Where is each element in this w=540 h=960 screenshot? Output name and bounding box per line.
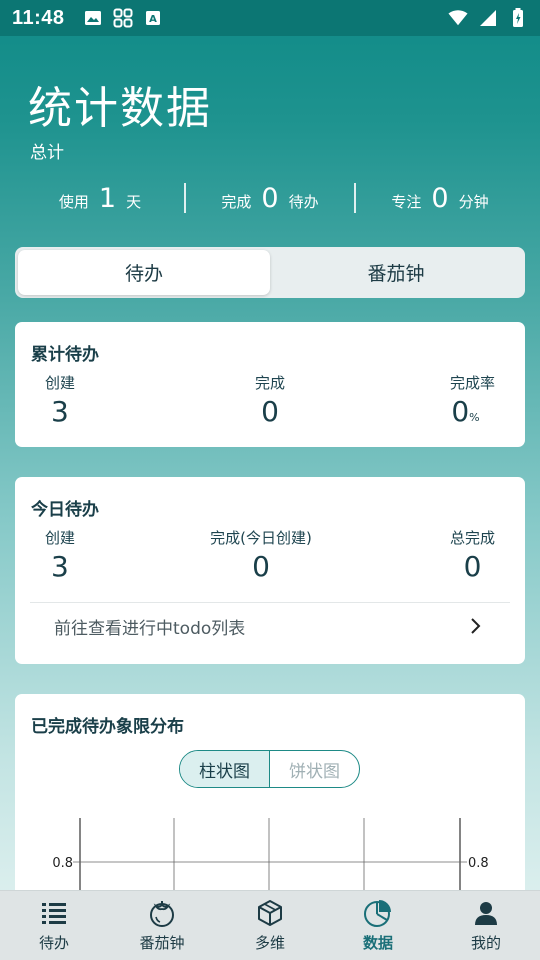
nav-item-data[interactable]: 数据	[324, 891, 432, 960]
summary-completed-suffix: 待办	[288, 192, 319, 211]
person-icon	[471, 898, 501, 928]
nav-item-multidimension[interactable]: 多维	[216, 891, 324, 960]
stat-value: 0%	[451, 395, 479, 428]
summary-completed-prefix: 完成	[221, 192, 252, 211]
stat-label: 完成	[254, 374, 285, 392]
status-time: 11:48	[12, 6, 65, 29]
keyboard-a-icon: A	[143, 9, 163, 27]
link-text: 前往查看进行中todo列表	[54, 619, 246, 639]
tab-switch: 待办 番茄钟	[15, 247, 525, 298]
stat-value-unit: %	[469, 411, 480, 424]
nav-item-pomodoro[interactable]: 番茄钟	[108, 891, 216, 960]
nav-item-profile[interactable]: 我的	[432, 891, 540, 960]
tab-todo[interactable]: 待办	[18, 250, 270, 295]
wifi-icon	[448, 9, 468, 27]
cube-icon	[255, 898, 285, 928]
stat-completed: 完成 0	[246, 372, 294, 428]
stat-value: 3	[51, 550, 69, 583]
image-icon	[83, 9, 103, 27]
chart-type-toggle: 柱状图 饼状图	[179, 750, 360, 788]
summary-completed-value: 0	[261, 182, 279, 214]
card-title: 已完成待办象限分布	[31, 717, 184, 737]
summary-focus-prefix: 专注	[391, 192, 422, 211]
nav-label: 番茄钟	[139, 934, 185, 952]
view-in-progress-todo-link[interactable]: 前往查看进行中todo列表	[30, 602, 510, 650]
today-todo-card: 今日待办 创建 3 完成(今日创建) 0 总完成 0 前往查看进行中todo列表	[15, 477, 525, 664]
card-title: 今日待办	[31, 500, 99, 520]
stat-completed-today-created: 完成(今日创建) 0	[201, 527, 321, 583]
summary-days-prefix: 使用	[58, 192, 89, 211]
stat-value: 3	[51, 395, 69, 428]
nav-label: 多维	[254, 934, 285, 952]
y-tick-label-left: 0.8	[52, 856, 73, 871]
summary-days-value: 1	[98, 182, 117, 214]
status-icons-right	[448, 8, 528, 27]
nav-label: 数据	[362, 934, 393, 952]
status-bar: 11:48 A	[0, 0, 540, 36]
list-icon	[39, 898, 69, 928]
tab-pomodoro[interactable]: 番茄钟	[270, 250, 522, 295]
pie-chart-icon	[363, 898, 393, 928]
stat-total-completed: 总完成 0	[450, 527, 495, 583]
page-title: 统计数据	[28, 83, 212, 134]
stat-created-today: 创建 3	[45, 527, 75, 583]
stat-label: 完成(今日创建)	[210, 529, 312, 547]
summary-days: 使用 1 天	[16, 183, 184, 214]
nav-label: 我的	[470, 934, 501, 952]
grid-icon	[113, 8, 133, 28]
stat-label: 创建	[45, 374, 76, 392]
stat-completion-rate: 完成率 0%	[450, 372, 495, 428]
y-tick-label-right: 0.8	[468, 856, 489, 871]
summary-days-suffix: 天	[126, 192, 142, 211]
pie-chart-toggle[interactable]: 饼状图	[270, 751, 359, 787]
page-subtitle: 总计	[30, 143, 64, 163]
summary-focus-value: 0	[431, 182, 449, 214]
nav-label: 待办	[38, 934, 69, 952]
stat-value-number: 0	[451, 395, 470, 428]
summary-focus-suffix: 分钟	[458, 192, 489, 211]
bar-chart-toggle[interactable]: 柱状图	[180, 751, 270, 787]
signal-icon	[478, 9, 498, 27]
card-title: 累计待办	[31, 345, 99, 365]
summary-row: 使用 1 天 完成 0 待办 专注 0 分钟	[16, 178, 524, 218]
battery-icon	[508, 8, 528, 27]
stat-label: 总完成	[449, 529, 495, 547]
stat-value: 0	[252, 550, 270, 583]
cumulative-todo-card: 累计待办 创建 3 完成 0 完成率 0%	[15, 322, 525, 447]
bottom-nav: 待办 番茄钟 多维 数据 我的	[0, 890, 540, 960]
chevron-right-icon	[468, 617, 482, 635]
stat-label: 完成率	[449, 374, 495, 392]
stat-created: 创建 3	[45, 372, 75, 428]
svg-text:A: A	[149, 14, 157, 25]
stat-value: 0	[463, 550, 482, 583]
status-icons-left: A	[83, 8, 163, 28]
stat-label: 创建	[45, 529, 76, 547]
summary-completed: 完成 0 待办	[186, 183, 354, 214]
stat-value: 0	[261, 395, 279, 428]
nav-item-todo[interactable]: 待办	[0, 891, 108, 960]
summary-focus: 专注 0 分钟	[356, 183, 524, 214]
tomato-icon	[147, 898, 177, 928]
